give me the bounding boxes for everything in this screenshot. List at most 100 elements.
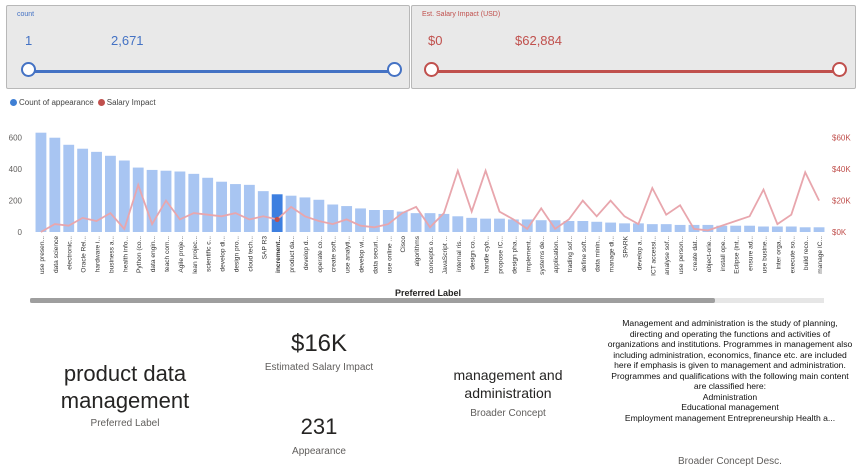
x-tick-label-44: ICT accessi...: [650, 236, 657, 276]
broader-concept-card-caption: Broader Concept: [470, 408, 546, 419]
legend-dot-count: [10, 99, 17, 106]
x-tick-label-42: SPARK: [623, 235, 630, 257]
salary-max-handle[interactable]: [832, 62, 847, 77]
x-tick-label-17: increment...: [275, 236, 282, 273]
bar-40[interactable]: [591, 221, 603, 232]
bar-6[interactable]: [118, 160, 130, 233]
x-tick-label-39: define soft...: [581, 236, 588, 272]
x-tick-label-51: ensure ad...: [748, 236, 755, 271]
bar-51[interactable]: [744, 225, 755, 232]
bar-53[interactable]: [771, 226, 783, 233]
salary-card-value: $16K: [290, 330, 348, 357]
broader-concept-card-value: management and administration: [453, 367, 563, 401]
x-tick-label-19: develop d...: [303, 236, 310, 270]
bar-10[interactable]: [174, 171, 186, 233]
x-tick-label-25: use online ...: [386, 236, 393, 274]
count-max-handle[interactable]: [387, 62, 402, 77]
salary-max-value[interactable]: $62,884: [515, 33, 562, 48]
salary-point-highlight: [274, 216, 280, 223]
bar-44[interactable]: [646, 224, 658, 232]
y-left-tick-0: 0: [18, 228, 23, 237]
bar-39[interactable]: [577, 221, 589, 232]
bar-41[interactable]: [605, 222, 617, 232]
x-tick-label-52: use busine...: [762, 236, 769, 274]
bar-12[interactable]: [202, 177, 214, 232]
legend-item-salary[interactable]: Salary Impact: [97, 98, 156, 107]
x-tick-label-35: implement...: [525, 236, 532, 272]
x-tick-label-27: algorithms: [414, 235, 421, 266]
y-left-tick-2: 400: [9, 165, 23, 174]
preferred-label-card-value: product data management: [60, 361, 190, 413]
bar-0[interactable]: [35, 132, 47, 232]
x-tick-label-40: data minin...: [595, 236, 602, 272]
legend-label-salary: Salary Impact: [106, 98, 156, 107]
y-right-tick-3: $60K: [832, 134, 851, 143]
bar-55[interactable]: [799, 227, 811, 232]
x-tick-label-14: design pro...: [234, 236, 241, 272]
preferred-label-card-caption: Preferred Label: [90, 418, 160, 429]
bar-33[interactable]: [494, 218, 505, 232]
x-tick-label-22: use analyti...: [345, 236, 352, 273]
x-tick-label-54: execute so...: [789, 236, 796, 274]
bar-17[interactable]: [271, 194, 283, 232]
x-tick-label-30: internal ris...: [456, 236, 463, 272]
bar-20[interactable]: [313, 199, 325, 232]
bar-15[interactable]: [243, 184, 255, 232]
x-tick-label-1: data science: [53, 236, 60, 273]
bar-16[interactable]: [257, 191, 269, 232]
bar-27[interactable]: [410, 213, 422, 232]
x-tick-label-29: JavaScript ...: [442, 236, 449, 274]
bar-42[interactable]: [619, 223, 630, 232]
count-min-value[interactable]: 1: [25, 33, 32, 48]
legend-item-count[interactable]: Count of appearance: [10, 98, 94, 107]
chart-legend: Count of appearance Salary Impact: [10, 98, 156, 107]
x-tick-label-11: lean projec...: [192, 236, 199, 274]
x-tick-label-23: develop wi...: [359, 236, 366, 273]
bar-13[interactable]: [216, 181, 227, 232]
bar-52[interactable]: [758, 226, 769, 233]
salary-slicer-title: Est. Salary Impact (USD): [422, 11, 501, 18]
bar-32[interactable]: [480, 218, 491, 232]
x-tick-label-31: design co...: [470, 236, 477, 270]
x-tick-label-45: analyse sof...: [664, 236, 671, 275]
chart-scrollbar[interactable]: [30, 298, 824, 303]
bar-54[interactable]: [785, 226, 797, 233]
salary-min-value[interactable]: $0: [428, 33, 442, 48]
bar-14[interactable]: [230, 184, 241, 232]
bar-18[interactable]: [285, 195, 297, 232]
chart-scrollbar-thumb[interactable]: [30, 298, 715, 303]
x-tick-label-10: Agile proje...: [178, 236, 185, 273]
x-tick-label-46: use person...: [678, 236, 685, 274]
bar-30[interactable]: [452, 216, 464, 232]
legend-dot-salary: [97, 99, 105, 106]
bar-26[interactable]: [396, 211, 408, 232]
bar-24[interactable]: [369, 210, 380, 232]
count-slider-track[interactable]: [29, 70, 395, 73]
bar-23[interactable]: [355, 208, 366, 232]
bar-2[interactable]: [63, 144, 75, 232]
x-tick-label-49: install ope...: [720, 236, 727, 271]
count-min-handle[interactable]: [21, 62, 36, 77]
salary-slicer: Est. Salary Impact (USD) $0 $62,884: [411, 5, 856, 89]
bar-50[interactable]: [730, 225, 742, 232]
bar-11[interactable]: [188, 173, 200, 232]
x-tick-label-2: electronic...: [67, 236, 74, 270]
count-slicer: count 1 2,671: [6, 5, 410, 89]
x-tick-label-37: application...: [553, 236, 560, 273]
x-tick-label-53: inter orga...: [775, 236, 782, 270]
bar-5[interactable]: [105, 155, 116, 232]
bar-56[interactable]: [813, 227, 825, 232]
bar-1[interactable]: [49, 137, 61, 232]
bar-21[interactable]: [327, 204, 339, 233]
bar-36[interactable]: [535, 220, 547, 232]
y-right-tick-2: $40K: [832, 165, 851, 174]
bar-46[interactable]: [674, 224, 686, 232]
salary-slider-track[interactable]: [432, 70, 839, 73]
salary-min-handle[interactable]: [424, 62, 439, 77]
bar-31[interactable]: [466, 217, 478, 232]
count-max-value[interactable]: 2,671: [111, 33, 144, 48]
x-tick-label-34: design pha...: [511, 236, 518, 274]
y-right-tick-1: $20K: [832, 197, 851, 206]
y-left-tick-3: 600: [9, 134, 23, 143]
bar-45[interactable]: [660, 224, 672, 232]
